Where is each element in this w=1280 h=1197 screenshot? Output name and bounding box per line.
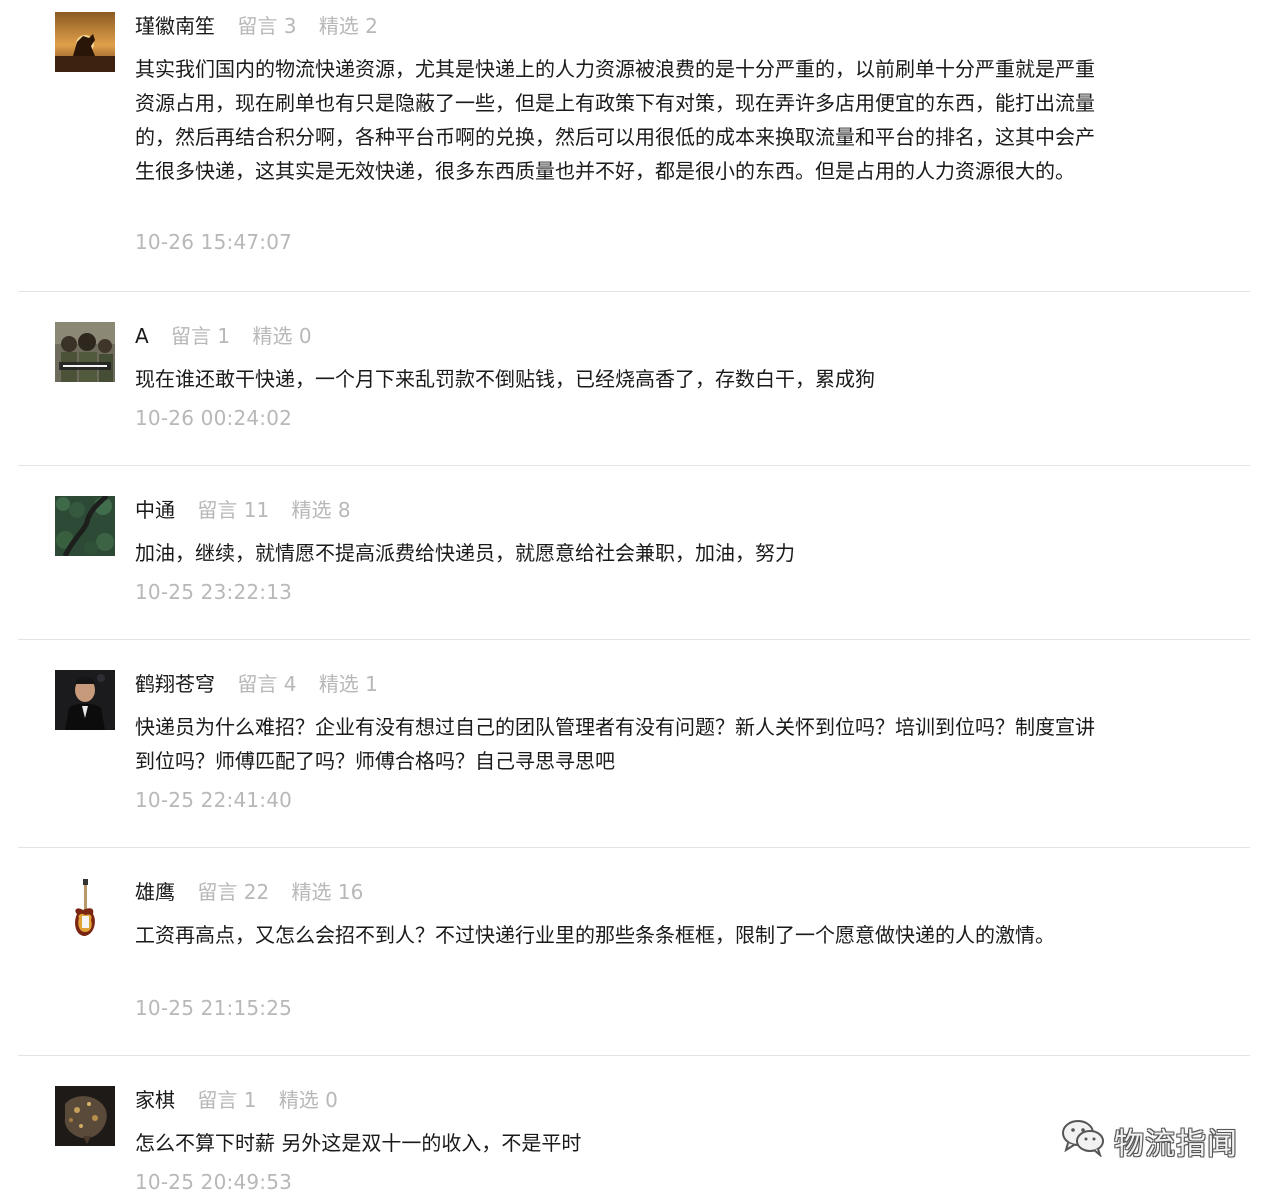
- comment-time: 10-26 00:24:02: [135, 406, 293, 430]
- watermark: 物流指闻: [1060, 1120, 1238, 1162]
- featured-count: 精选 1: [318, 672, 378, 696]
- author-name[interactable]: 家棋: [135, 1088, 175, 1112]
- comment-time: 10-25 22:41:40: [135, 788, 293, 812]
- author-name[interactable]: 中通: [135, 498, 175, 522]
- divider: [18, 1055, 1250, 1056]
- comment-time: 10-25 20:49:53: [135, 1170, 293, 1194]
- divider: [18, 847, 1250, 848]
- avatar[interactable]: [55, 670, 115, 730]
- comment-meta: 家棋 留言 1 精选 0: [135, 1085, 338, 1115]
- comment-meta: 瑾徽南笙 留言 3 精选 2: [135, 11, 378, 41]
- comment-count: 留言 4: [237, 672, 297, 696]
- featured-count: 精选 0: [252, 324, 312, 348]
- comment-text: 快递员为什么难招？企业有没有想过自己的团队管理者有没有问题？新人关怀到位吗？培训…: [135, 715, 1095, 773]
- divider: [18, 291, 1250, 292]
- divider: [18, 465, 1250, 466]
- comment-text: 工资再高点，又怎么会招不到人？不过快递行业里的那些条条框框，限制了一个愿意做快递…: [135, 923, 1055, 947]
- divider: [18, 639, 1250, 640]
- comment-count: 留言 1: [197, 1088, 257, 1112]
- comment-meta: A 留言 1 精选 0: [135, 321, 312, 351]
- author-name[interactable]: A: [135, 324, 149, 348]
- avatar[interactable]: [55, 496, 115, 556]
- comment-count: 留言 3: [237, 14, 297, 38]
- featured-count: 精选 2: [318, 14, 378, 38]
- comment-count: 留言 1: [171, 324, 231, 348]
- comment-text: 怎么不算下时薪 另外这是双十一的收入，不是平时: [135, 1131, 582, 1155]
- comment-time: 10-25 23:22:13: [135, 580, 293, 604]
- comment-text: 加油，继续，就情愿不提高派费给快递员，就愿意给社会兼职，加油，努力: [135, 541, 795, 565]
- author-name[interactable]: 雄鹰: [135, 880, 175, 904]
- watermark-text: 物流指闻: [1114, 1127, 1238, 1162]
- author-name[interactable]: 瑾徽南笙: [135, 14, 215, 38]
- comment-time: 10-25 21:15:25: [135, 996, 293, 1020]
- comment-meta: 中通 留言 11 精选 8: [135, 495, 351, 525]
- avatar[interactable]: [55, 1086, 115, 1146]
- featured-count: 精选 0: [278, 1088, 338, 1112]
- avatar[interactable]: [55, 322, 115, 382]
- comment-count: 留言 22: [197, 880, 270, 904]
- featured-count: 精选 8: [291, 498, 351, 522]
- avatar[interactable]: [55, 878, 115, 938]
- author-name[interactable]: 鹤翔苍穹: [135, 672, 215, 696]
- comment-meta: 鹤翔苍穹 留言 4 精选 1: [135, 669, 378, 699]
- comment-time: 10-26 15:47:07: [135, 230, 293, 254]
- comment-count: 留言 11: [197, 498, 270, 522]
- comment-text: 其实我们国内的物流快递资源，尤其是快递上的人力资源被浪费的是十分严重的，以前刷单…: [135, 57, 1095, 183]
- comment-text: 现在谁还敢干快递，一个月下来乱罚款不倒贴钱，已经烧高香了，存数白干，累成狗: [135, 367, 875, 391]
- avatar[interactable]: [55, 12, 115, 72]
- featured-count: 精选 16: [291, 880, 364, 904]
- comment-meta: 雄鹰 留言 22 精选 16: [135, 877, 363, 907]
- wechat-icon: [1060, 1117, 1106, 1165]
